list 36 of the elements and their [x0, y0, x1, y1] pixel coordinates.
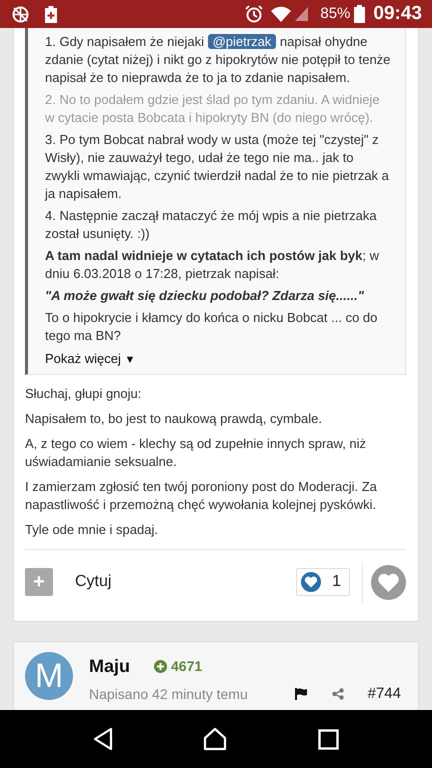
author-name[interactable]: Maju [89, 652, 130, 680]
post-paragraph: I zamierzam zgłosić ten twój poroniony post do Moderacji. Za napastliwość i przemożną chęć wywołania kolejnej pyskówki. [25, 478, 378, 514]
show-more-link[interactable]: Pokaż więcej ▼ [45, 349, 136, 370]
like-button[interactable] [371, 564, 406, 600]
reaction-counter[interactable]: 1 [296, 568, 350, 596]
recent-apps-icon[interactable] [318, 728, 339, 750]
post-time: Napisano 42 minuty temu [89, 684, 248, 704]
quoted-sentence: "A może gwałt się dziecku podobał? Zdarza się......" [45, 287, 365, 305]
share-icon[interactable] [332, 688, 344, 700]
signal-icon [295, 7, 308, 21]
globe-off-icon [12, 6, 29, 22]
plus-circle-icon [154, 660, 168, 672]
quote-paragraph: 4. Następnie zaczął mataczyć że mój wpis a nie pietrzaka został usunięty. :)) [45, 207, 378, 243]
post-number[interactable]: #744 [368, 683, 401, 706]
battery-plus-icon [45, 6, 57, 22]
quote-paragraph: 2. No to podałem gdzie jest ślad po tym zdaniu. A widnieje w cytacie posta Bobcata i hipokryty BN (do niego wrócę). [45, 91, 381, 127]
flag-icon[interactable] [294, 688, 308, 700]
post-paragraph: A, z tego co wiem - klechy są od zupełnie innych spraw, niż uświadamianie seksualne. [25, 435, 368, 471]
quote-paragraph: A tam nadal widnieje w cytatach ich postów jak byk; w dniu 6.03.2018 o 17:28, pietrzak napisał: [45, 247, 380, 283]
post-paragraph: Napisałem to, bo jest to naukową prawdą, cymbale. [25, 410, 323, 428]
reaction-count: 1 [332, 572, 341, 592]
battery-icon [354, 5, 366, 23]
mention-link[interactable]: @pietrzak [208, 34, 276, 49]
post-paragraph: Tyle ode mnie i spadaj. [25, 521, 159, 539]
alarm-icon [245, 5, 264, 23]
battery-percent: 85% [320, 4, 350, 24]
back-icon[interactable] [93, 727, 114, 751]
reputation-score: 4671 [171, 656, 202, 676]
home-icon[interactable] [203, 727, 228, 751]
quote-paragraph: To o hipokrycie i kłamcy do końca o nicku Bobcat ... co do tego ma BN? [45, 309, 378, 345]
wifi-icon [271, 6, 292, 22]
post-paragraph: Słuchaj, głupi gnoju: [25, 385, 142, 403]
clock-time: 09:43 [373, 2, 422, 26]
quote-paragraph: 3. Po tym Bobcat nabrał wody w usta (może tej "czystej" z Wisły), nie zauważył tego, udał że tego nie ma.. jak to zwykli wmawiając, czynić twierdził nadal że to nie pietrzak a ja napisałem. [45, 131, 390, 203]
quote-paragraph: 1. Gdy napisałem że niejaki @pietrzak napisał ohydne zdanie (cytat niżej) i nikt go z hipokrytów nie potępił to tenże napisał że to nieprawda że to ja to zdanie napisałem. [45, 33, 391, 87]
quote-link[interactable]: Cytuj [53, 570, 112, 594]
